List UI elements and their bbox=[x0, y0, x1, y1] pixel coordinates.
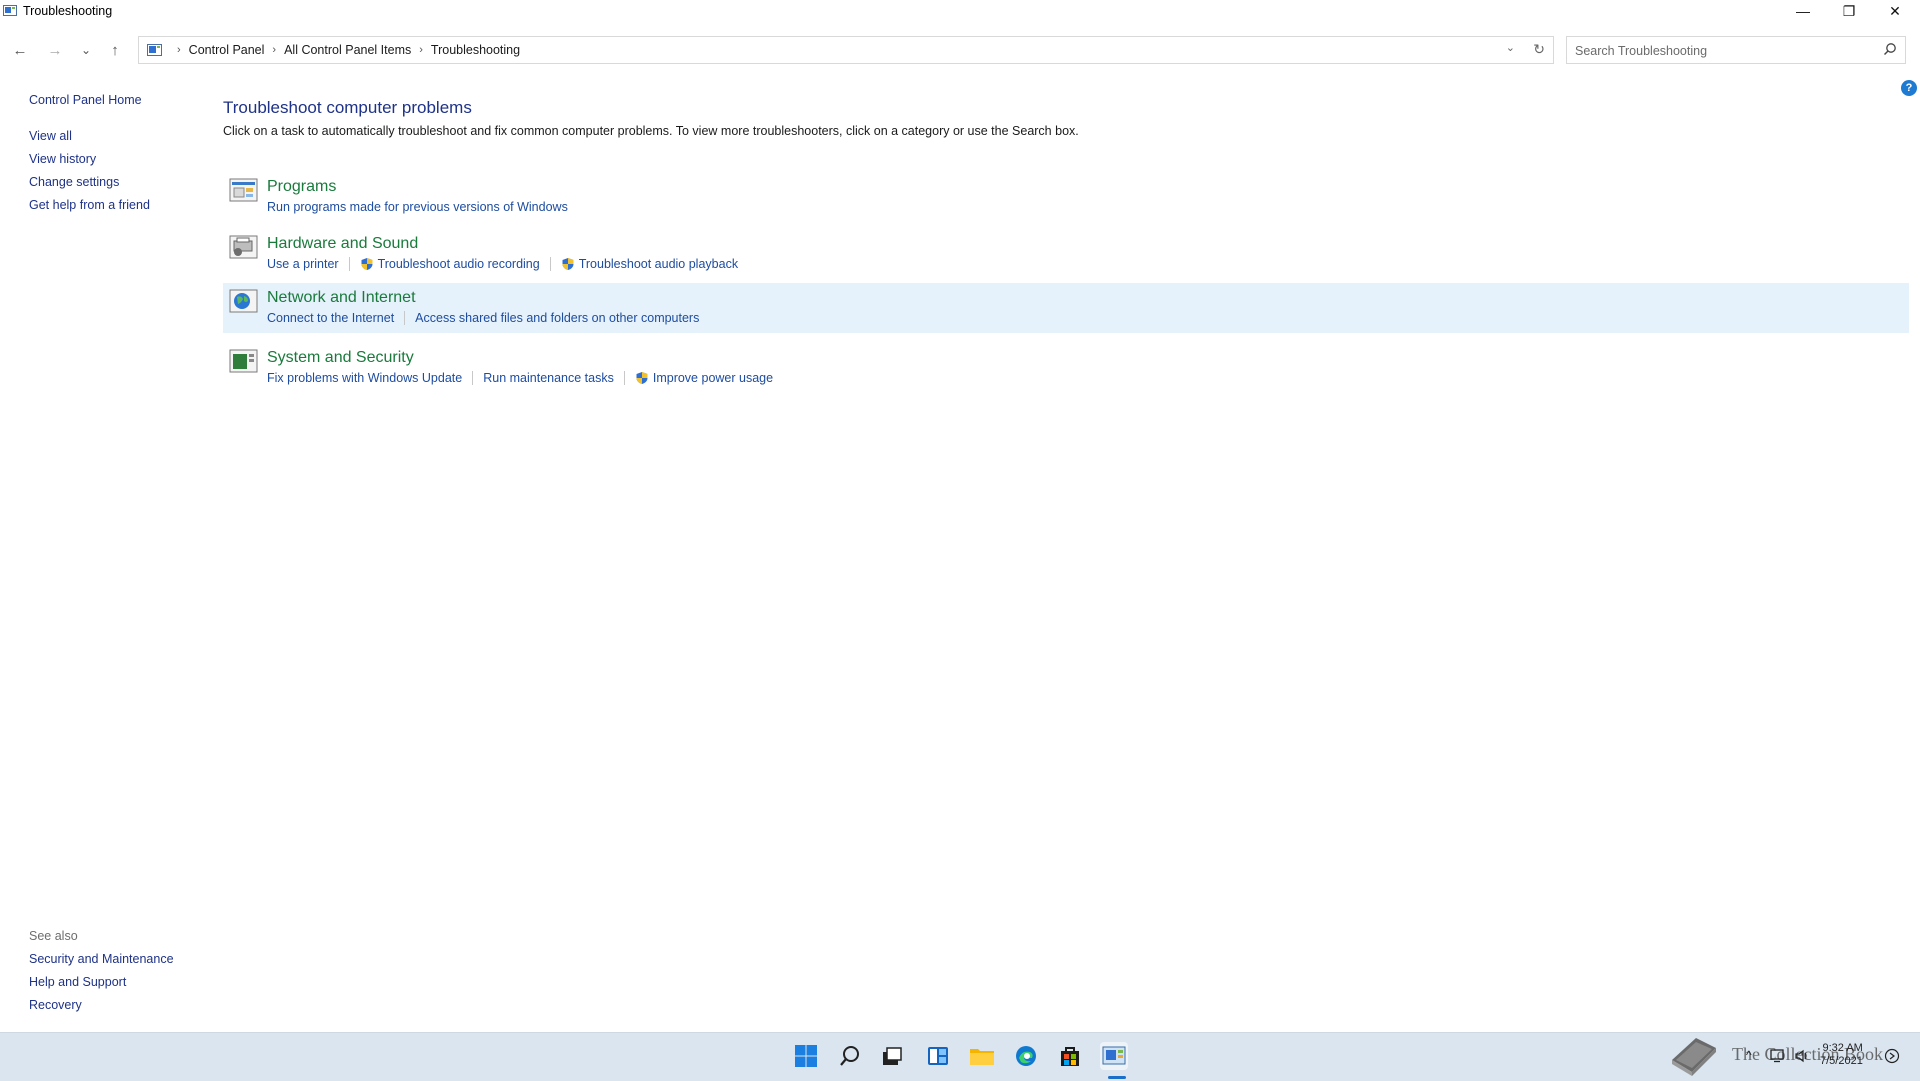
minimize-icon: — bbox=[1796, 3, 1810, 19]
taskbar-search-button[interactable] bbox=[836, 1042, 864, 1070]
search-icon bbox=[840, 1046, 859, 1066]
page-description: Click on a task to automatically trouble… bbox=[223, 124, 1079, 138]
task-link[interactable]: Troubleshoot audio playback bbox=[579, 257, 738, 271]
change-settings-link[interactable]: Change settings bbox=[29, 175, 119, 189]
address-dropdown-icon[interactable]: ⌄ bbox=[1506, 41, 1515, 54]
control-panel-home-link[interactable]: Control Panel Home bbox=[29, 93, 142, 107]
view-history-link[interactable]: View history bbox=[29, 152, 96, 166]
search-box[interactable] bbox=[1566, 36, 1906, 64]
category-title[interactable]: Programs bbox=[267, 178, 336, 196]
system-and-security-icon bbox=[229, 349, 258, 373]
title-bar: Troubleshooting — ❐ ✕ bbox=[0, 0, 1920, 24]
refresh-icon[interactable]: ↻ bbox=[1533, 41, 1545, 58]
task-link[interactable]: Run programs made for previous versions … bbox=[267, 200, 568, 214]
edge-icon bbox=[1016, 1046, 1036, 1066]
task-link[interactable]: Troubleshoot audio recording bbox=[378, 257, 540, 271]
minimize-button[interactable]: — bbox=[1780, 0, 1826, 22]
network-and-internet-icon bbox=[229, 289, 258, 313]
breadcrumb-separator[interactable]: › bbox=[272, 44, 276, 56]
task-link[interactable]: Access shared files and folders on other… bbox=[415, 311, 699, 325]
arrow-right-icon: → bbox=[47, 41, 63, 59]
control-panel-taskbar-button[interactable] bbox=[1100, 1042, 1128, 1070]
uac-shield-icon bbox=[562, 258, 574, 270]
get-help-link[interactable]: Get help from a friend bbox=[29, 198, 150, 212]
search-icon[interactable] bbox=[1883, 42, 1897, 56]
category-network-and-internet[interactable]: Network and Internet Connect to the Inte… bbox=[223, 283, 1909, 333]
task-link[interactable]: Run maintenance tasks bbox=[483, 371, 614, 385]
widgets-icon bbox=[928, 1047, 948, 1065]
task-link[interactable]: Improve power usage bbox=[653, 371, 773, 385]
arrow-left-icon: ← bbox=[12, 41, 28, 59]
recovery-link[interactable]: Recovery bbox=[29, 998, 82, 1012]
breadcrumb-troubleshooting[interactable]: Troubleshooting bbox=[431, 43, 520, 57]
window-title: Troubleshooting bbox=[23, 4, 113, 18]
breadcrumb-all-items[interactable]: All Control Panel Items bbox=[284, 43, 411, 57]
restore-icon: ❐ bbox=[1842, 2, 1856, 19]
help-icon: ? bbox=[1905, 82, 1913, 94]
volume-icon[interactable] bbox=[1794, 1049, 1810, 1063]
active-app-indicator bbox=[1108, 1076, 1126, 1079]
task-divider bbox=[404, 311, 406, 325]
store-button[interactable] bbox=[1056, 1042, 1084, 1070]
category-title[interactable]: Hardware and Sound bbox=[267, 235, 418, 253]
up-button[interactable]: ↑ bbox=[103, 38, 127, 62]
task-link[interactable]: Connect to the Internet bbox=[267, 311, 394, 325]
taskbar bbox=[0, 1032, 1920, 1081]
start-button[interactable] bbox=[792, 1042, 820, 1070]
help-support-link[interactable]: Help and Support bbox=[29, 975, 126, 989]
network-icon[interactable] bbox=[1770, 1049, 1786, 1063]
task-divider bbox=[472, 371, 474, 385]
task-link[interactable]: Fix problems with Windows Update bbox=[267, 371, 462, 385]
clock-time: 9:32 AM bbox=[1822, 1042, 1863, 1054]
help-button[interactable]: ? bbox=[1901, 80, 1917, 96]
file-explorer-button[interactable] bbox=[968, 1042, 996, 1070]
forward-button[interactable]: → bbox=[43, 38, 67, 62]
security-maintenance-link[interactable]: Security and Maintenance bbox=[29, 952, 174, 966]
task-divider bbox=[348, 257, 350, 271]
breadcrumb-separator: › bbox=[177, 44, 181, 56]
tray-overflow-chevron[interactable]: ^ bbox=[1746, 1048, 1752, 1062]
breadcrumb-control-panel[interactable]: Control Panel bbox=[189, 43, 265, 57]
maximize-button[interactable]: ❐ bbox=[1826, 0, 1872, 22]
breadcrumb: › Control Panel › All Control Panel Item… bbox=[169, 43, 520, 57]
breadcrumb-separator[interactable]: › bbox=[419, 44, 423, 56]
category-programs: Programs Run programs made for previous … bbox=[223, 172, 1909, 222]
page-title: Troubleshoot computer problems bbox=[223, 98, 472, 117]
control-panel-icon bbox=[147, 44, 162, 56]
clock-date: 7/5/2021 bbox=[1820, 1055, 1863, 1067]
address-bar[interactable]: › Control Panel › All Control Panel Item… bbox=[138, 36, 1554, 64]
category-system-and-security: System and Security Fix problems with Wi… bbox=[223, 343, 1909, 393]
arrow-up-icon: ↑ bbox=[111, 41, 119, 59]
recent-locations-button[interactable]: ⌄ bbox=[74, 38, 98, 62]
view-all-link[interactable]: View all bbox=[29, 129, 72, 143]
close-button[interactable]: ✕ bbox=[1872, 0, 1918, 22]
windows-start-icon bbox=[795, 1045, 817, 1067]
book-logo bbox=[1672, 1038, 1716, 1076]
category-hardware-and-sound: Hardware and Sound Use a printer Trouble… bbox=[223, 229, 1909, 279]
back-button[interactable]: ← bbox=[8, 38, 32, 62]
notifications-icon[interactable] bbox=[1884, 1048, 1900, 1064]
task-view-button[interactable] bbox=[878, 1042, 906, 1070]
folder-icon bbox=[970, 1049, 994, 1065]
edge-browser-button[interactable] bbox=[1012, 1042, 1040, 1070]
task-divider bbox=[623, 371, 625, 385]
chevron-down-icon: ⌄ bbox=[80, 43, 92, 57]
widgets-button[interactable] bbox=[924, 1042, 952, 1070]
control-panel-icon bbox=[1102, 1046, 1126, 1065]
uac-shield-icon bbox=[636, 372, 648, 384]
programs-icon bbox=[229, 178, 258, 202]
control-panel-icon bbox=[3, 5, 17, 16]
hardware-and-sound-icon bbox=[229, 235, 258, 259]
task-divider bbox=[549, 257, 551, 271]
system-clock[interactable]: 9:32 AM 7/5/2021 bbox=[1820, 1042, 1863, 1068]
category-title[interactable]: System and Security bbox=[267, 349, 414, 367]
search-input[interactable] bbox=[1573, 41, 1877, 61]
category-title[interactable]: Network and Internet bbox=[267, 289, 416, 307]
close-icon: ✕ bbox=[1889, 2, 1901, 19]
uac-shield-icon bbox=[361, 258, 373, 270]
task-view-icon bbox=[883, 1047, 902, 1065]
see-also-heading: See also bbox=[29, 929, 78, 943]
store-icon bbox=[1061, 1047, 1079, 1066]
task-link[interactable]: Use a printer bbox=[267, 257, 339, 271]
